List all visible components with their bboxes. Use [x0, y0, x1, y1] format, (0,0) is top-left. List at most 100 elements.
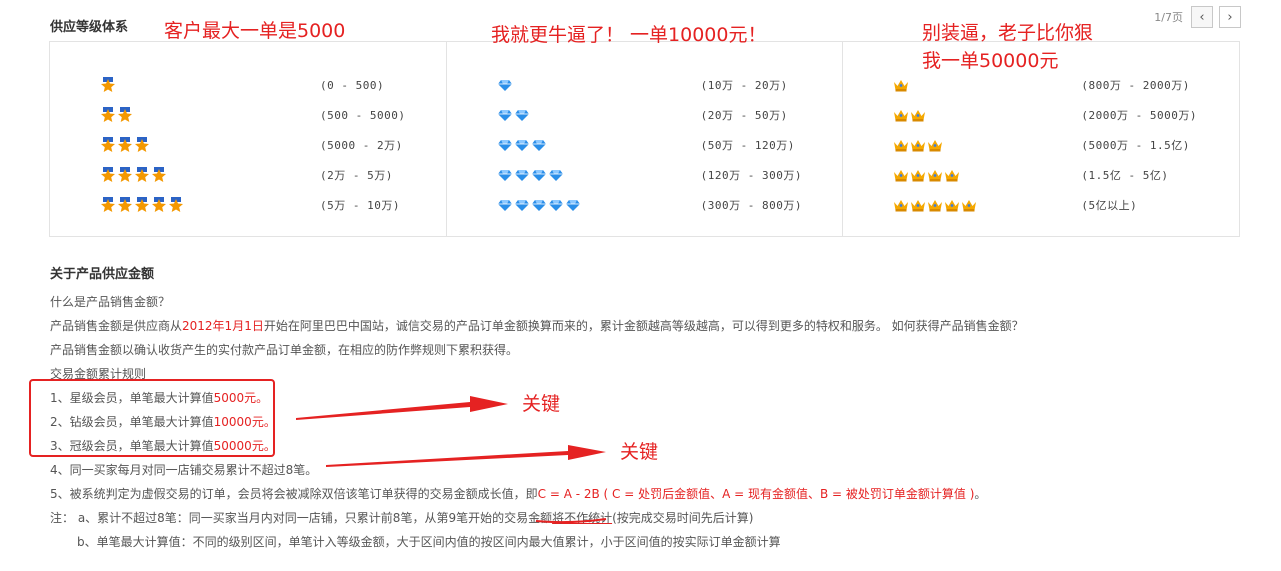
diamond-range: (10万 - 20万)	[700, 79, 788, 92]
rule-4: 4、同一买家每月对同一店铺交易累计不超过8笔。	[50, 463, 318, 477]
chevron-left-icon: ‹	[1199, 9, 1205, 25]
star-icons	[100, 77, 116, 93]
star-grade-row: (2万 - 5万)	[50, 160, 446, 190]
star-grade-row: (0 - 500)	[50, 70, 446, 100]
diamond-icon	[497, 77, 513, 93]
star-range: (2万 - 5万)	[320, 169, 393, 182]
crown-icon	[893, 197, 909, 213]
key-label-1: 关键	[522, 393, 561, 415]
pager: 1/7页 ‹ ›	[1154, 6, 1241, 28]
diamond-grade-row: (300万 - 800万)	[447, 190, 843, 220]
crown-range: (1.5亿 - 5亿)	[1081, 169, 1169, 182]
diamond-icon	[497, 107, 513, 123]
crown-icons	[893, 107, 926, 123]
crown-icon	[961, 197, 977, 213]
diamond-icons	[497, 137, 547, 153]
crown-range: (5亿以上)	[1081, 199, 1138, 212]
grade-table: (0 - 500) (500 - 5000) (5000 - 2万) (2万 - 5万…	[49, 41, 1240, 237]
diamond-icon	[548, 197, 564, 213]
diamond-grade-row: (20万 - 50万)	[447, 100, 843, 130]
chevron-right-icon: ›	[1227, 9, 1233, 25]
star-icon	[100, 167, 116, 183]
diamond-icon	[565, 197, 581, 213]
diamond-range: (120万 - 300万)	[700, 169, 803, 182]
note-underlined: 将不作统计	[552, 511, 613, 525]
star-icon	[100, 137, 116, 153]
diamond-icons	[497, 197, 581, 213]
crown-icon	[893, 107, 909, 123]
star-range: (500 - 5000)	[320, 108, 406, 122]
prev-page-button[interactable]: ‹	[1191, 6, 1213, 28]
star-icon	[100, 107, 116, 123]
annotation-star: 客户最大一单是5000	[164, 20, 346, 42]
star-icons	[100, 167, 167, 183]
star-icon	[134, 197, 150, 213]
paragraph-2: 产品销售金额以确认收货产生的实付款产品订单金额，在相应的防作弊规则下累积获得。	[50, 343, 519, 357]
note-a: 注： a、累计不超过8笔：同一买家当月内对同一店铺，只累计前8笔，从第9笔开始的…	[50, 511, 754, 525]
section-title: 供应等级体系	[50, 20, 129, 35]
diamond-range: (300万 - 800万)	[700, 199, 803, 212]
star-icon	[168, 197, 184, 213]
arrow-2	[326, 445, 606, 467]
star-icon	[100, 197, 116, 213]
rule-5: 5、被系统判定为虚假交易的订单，会员将会被减除双倍该笔订单获得的交易金额成长值，…	[50, 487, 987, 501]
key-label-2: 关键	[620, 441, 659, 463]
crown-icon	[893, 167, 909, 183]
crown-grade-row: (800万 - 2000万)	[843, 70, 1239, 100]
diamond-icons	[497, 77, 513, 93]
star-icon	[151, 197, 167, 213]
formula: C = A - 2B ( C = 处罚后金额值、A = 现有金额值、B = 被处…	[537, 487, 975, 501]
star-icon	[117, 167, 133, 183]
annotation-crown-line2: 我一单50000元	[922, 50, 1059, 72]
crown-icon	[910, 197, 926, 213]
crown-range: (2000万 - 5000万)	[1081, 109, 1197, 122]
paragraph-1: 产品销售金额是供应商从2012年1月1日开始在阿里巴巴中国站，诚信交易的产品订单…	[50, 319, 1024, 333]
crown-icon	[927, 137, 943, 153]
diamond-icons	[497, 107, 530, 123]
star-icon	[100, 77, 116, 93]
crown-grade-row: (5000万 - 1.5亿)	[843, 130, 1239, 160]
crown-range: (800万 - 2000万)	[1081, 79, 1190, 92]
diamond-grade-column: (10万 - 20万) (20万 - 50万) (50万 - 120万) (120万 …	[447, 42, 844, 236]
crown-icon	[893, 137, 909, 153]
star-grade-row: (500 - 5000)	[50, 100, 446, 130]
annotation-crown-line1: 别装逼，老子比你狠	[922, 22, 1094, 44]
diamond-icon	[531, 197, 547, 213]
diamond-icon	[548, 167, 564, 183]
crown-icons	[893, 137, 943, 153]
crown-icons	[893, 167, 960, 183]
crown-icon	[910, 167, 926, 183]
star-grade-row: (5000 - 2万)	[50, 130, 446, 160]
highlight-box	[29, 379, 275, 457]
diamond-icon	[497, 197, 513, 213]
crown-icon	[910, 107, 926, 123]
question-text: 什么是产品销售金额？	[50, 295, 171, 309]
diamond-range: (50万 - 120万)	[700, 139, 795, 152]
crown-icons	[893, 197, 977, 213]
diamond-grade-row: (10万 - 20万)	[447, 70, 843, 100]
annotation-diamond: 我就更牛逼了！ 一单10000元！	[491, 24, 767, 46]
star-icon	[134, 137, 150, 153]
diamond-icon	[514, 107, 530, 123]
crown-icon	[927, 197, 943, 213]
diamond-icon	[514, 197, 530, 213]
crown-icon	[927, 167, 943, 183]
diamond-grade-row: (50万 - 120万)	[447, 130, 843, 160]
crown-icons	[893, 77, 909, 93]
crown-icon	[910, 137, 926, 153]
star-range: (5万 - 10万)	[320, 199, 400, 212]
note-b: b、单笔最大计算值：不同的级别区间，单笔计入等级金额，大于区间内值的按区间内最大…	[77, 535, 781, 549]
star-icon	[117, 137, 133, 153]
diamond-icon	[514, 137, 530, 153]
diamond-icon	[497, 167, 513, 183]
diamond-range: (20万 - 50万)	[700, 109, 788, 122]
diamond-icon	[531, 137, 547, 153]
crown-grade-row: (1.5亿 - 5亿)	[843, 160, 1239, 190]
start-date: 2012年1月1日	[182, 319, 264, 333]
next-page-button[interactable]: ›	[1219, 6, 1241, 28]
star-grade-row: (5万 - 10万)	[50, 190, 446, 220]
diamond-icon	[531, 167, 547, 183]
diamond-icons	[497, 167, 564, 183]
about-title: 关于产品供应金额	[50, 267, 155, 282]
diamond-icon	[497, 137, 513, 153]
